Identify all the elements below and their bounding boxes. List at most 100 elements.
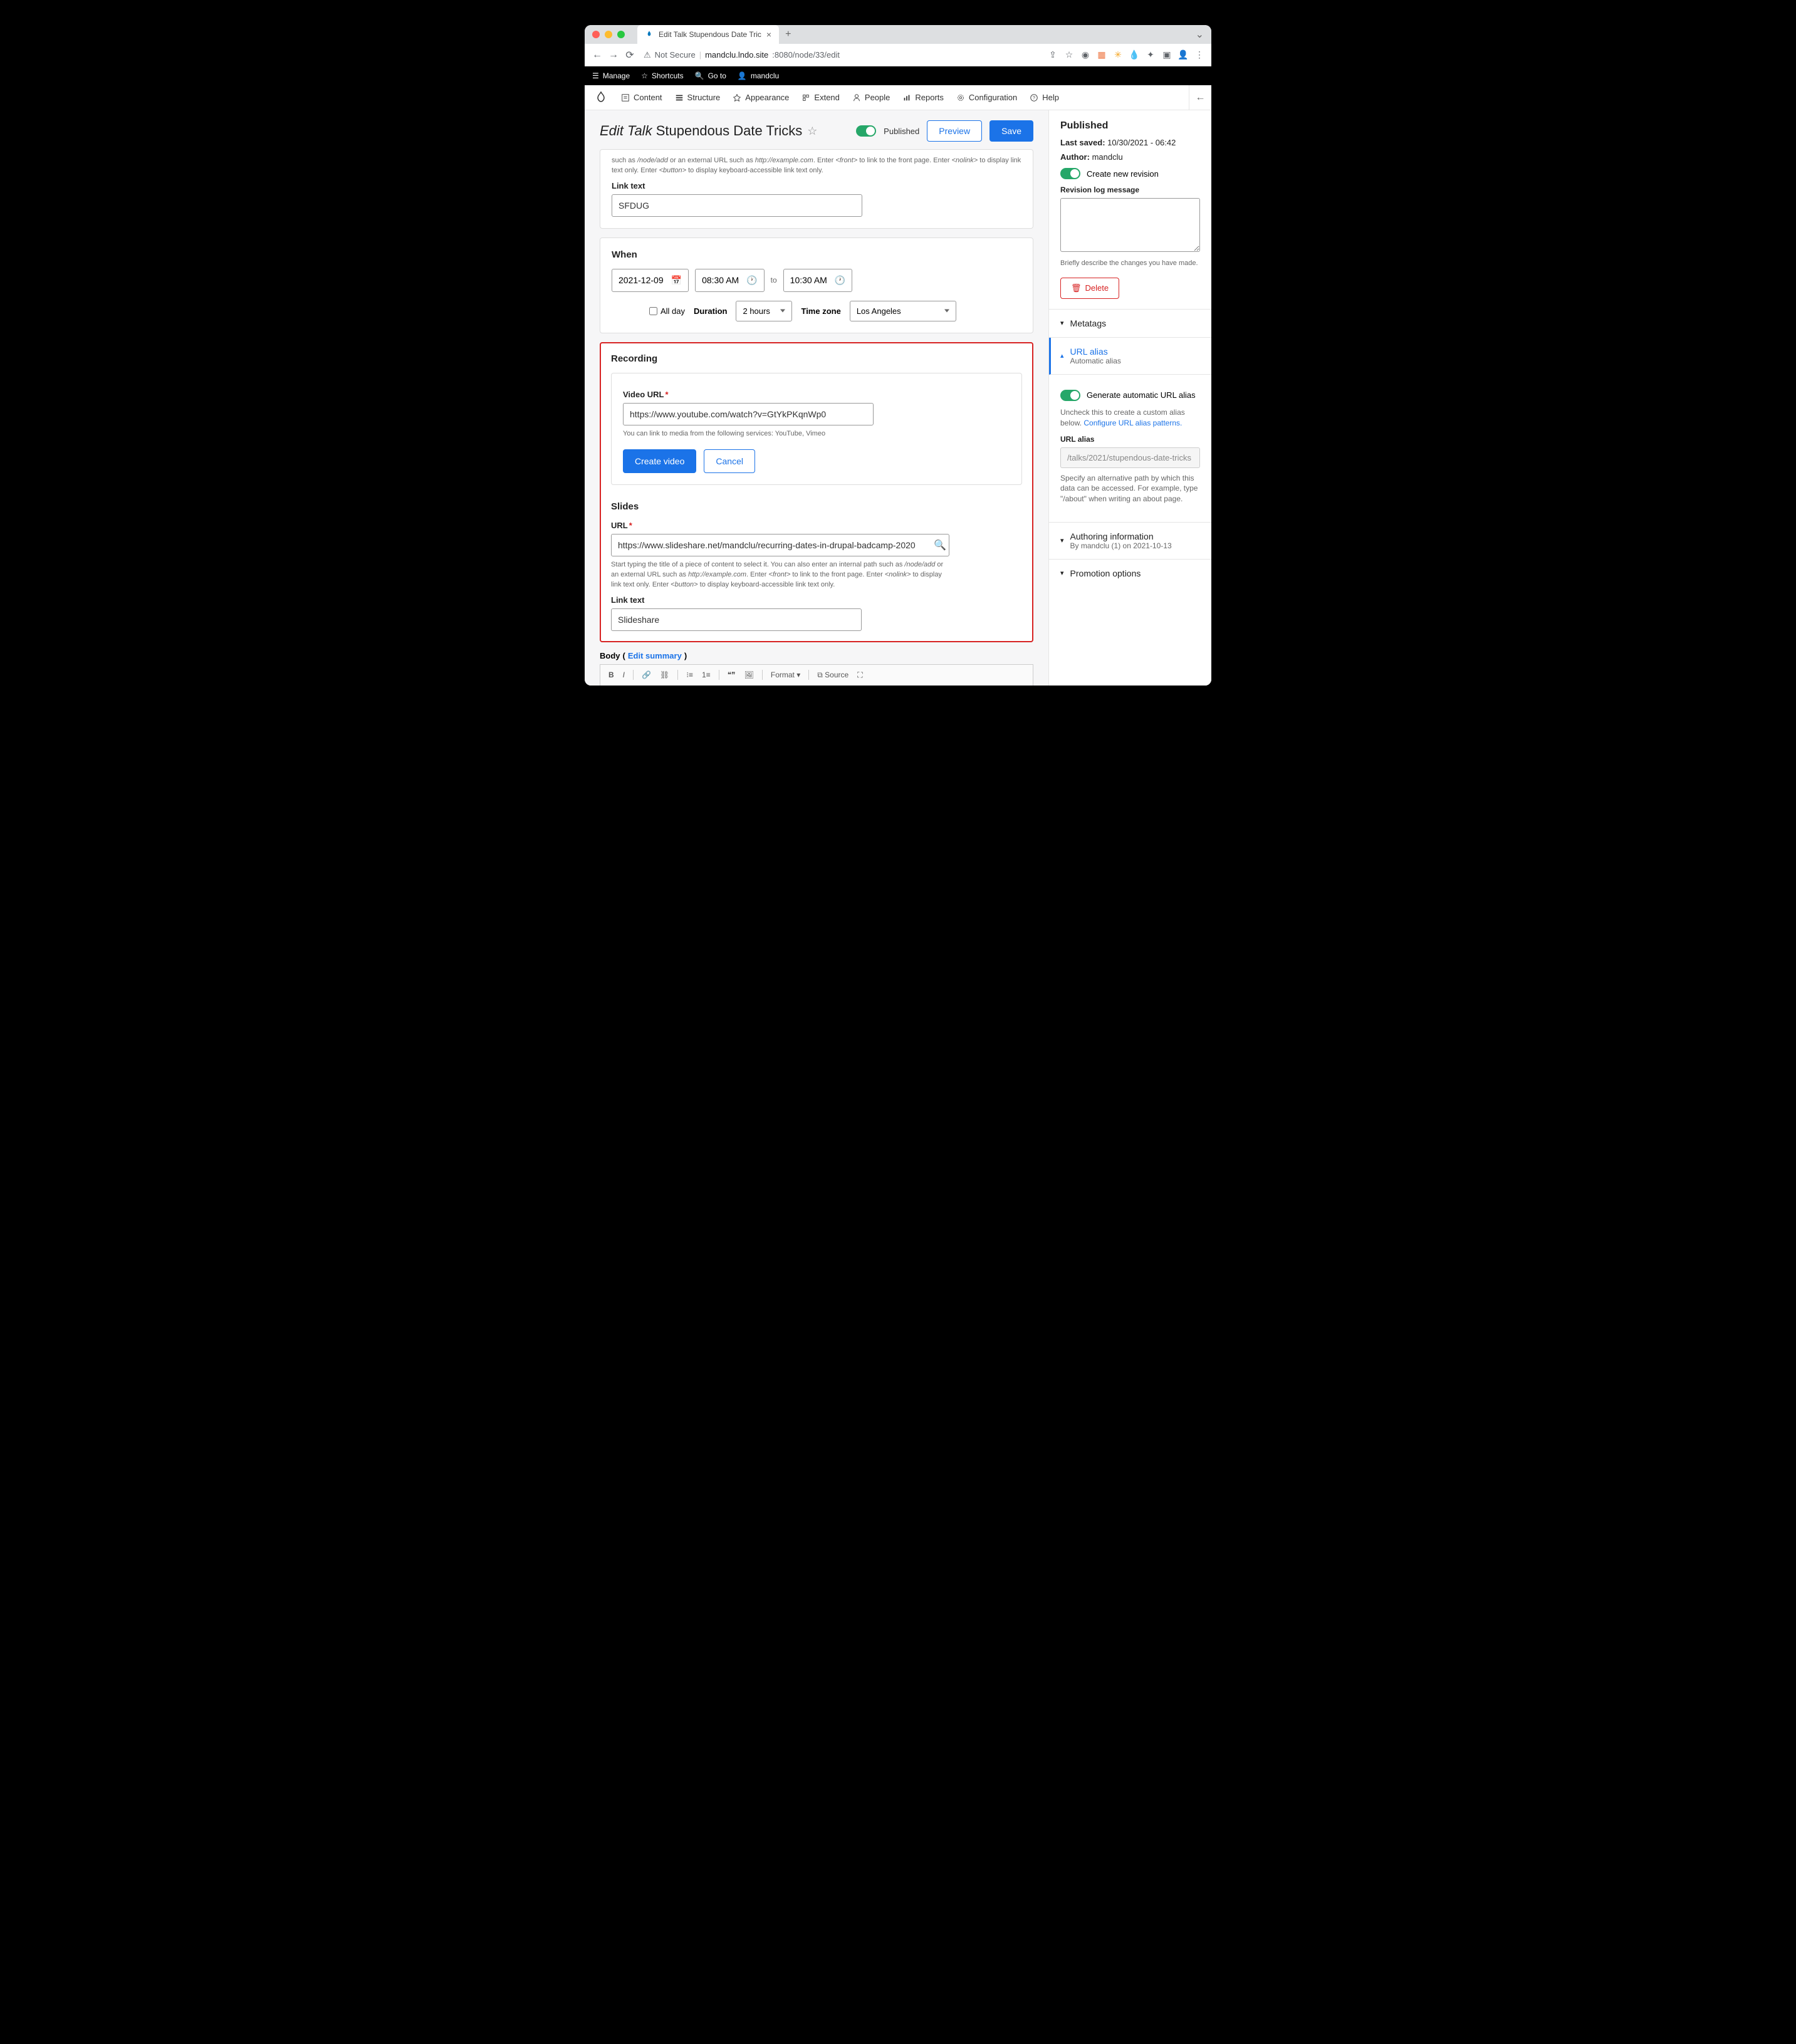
when-title: When xyxy=(612,249,1021,260)
preview-button[interactable]: Preview xyxy=(927,120,982,142)
allday-checkbox[interactable]: All day xyxy=(649,306,685,316)
duration-select[interactable]: 2 hours xyxy=(736,301,792,321)
toolbar-configuration[interactable]: Configuration xyxy=(956,93,1017,102)
body-field-header: Body (Edit summary) xyxy=(600,651,1033,660)
browser-tab[interactable]: Edit Talk Stupendous Date Tric × xyxy=(637,25,779,44)
url-field[interactable]: ⚠ Not Secure | mandclu.lndo.site:8080/no… xyxy=(640,50,1043,60)
minimize-window[interactable] xyxy=(605,31,612,38)
configure-alias-link[interactable]: Configure URL alias patterns. xyxy=(1083,419,1182,427)
revision-label: Create new revision xyxy=(1087,169,1159,179)
bold-button[interactable]: B xyxy=(605,669,617,681)
url-alias-panel: Generate automatic URL alias Uncheck thi… xyxy=(1049,375,1211,523)
revision-toggle[interactable] xyxy=(1060,168,1080,179)
bullet-list-button[interactable]: ⁝≡ xyxy=(683,669,696,681)
alias-label: URL alias xyxy=(1060,435,1200,444)
url-alias-accordion[interactable]: ▴ URL alias Automatic alias xyxy=(1049,338,1211,375)
unlink-button[interactable]: ⛓ xyxy=(657,669,672,681)
maximize-button[interactable]: ⛶ xyxy=(854,669,865,682)
extensions-icon[interactable]: ✦ xyxy=(1145,50,1156,61)
duration-label: Duration xyxy=(694,306,727,316)
sidebar-published-title: Published xyxy=(1060,120,1200,132)
when-datetime-row: 2021-12-09📅 08:30 AM🕐 to 10:30 AM🕐 xyxy=(612,269,1021,292)
menu-icon[interactable]: ⋮ xyxy=(1194,50,1205,61)
bookmark-icon[interactable]: ☆ xyxy=(1063,50,1075,61)
link-button[interactable]: 🔗 xyxy=(639,669,654,681)
slides-title: Slides xyxy=(611,501,1022,512)
timezone-select[interactable]: Los Angeles xyxy=(850,301,956,321)
when-card: When 2021-12-09📅 08:30 AM🕐 to 10:30 AM🕐 … xyxy=(600,237,1033,333)
create-video-button[interactable]: Create video xyxy=(623,449,696,473)
address-bar: ← → ⟳ ⚠ Not Secure | mandclu.lndo.site:8… xyxy=(585,44,1211,66)
extension-icon-4[interactable]: 💧 xyxy=(1129,50,1140,61)
gear-icon xyxy=(956,93,965,102)
close-tab-icon[interactable]: × xyxy=(766,29,771,39)
format-select[interactable]: Format ▾ xyxy=(768,669,803,681)
image-button[interactable]: 🖼 xyxy=(741,669,757,681)
toolbar-extend[interactable]: Extend xyxy=(801,93,839,102)
timezone-label: Time zone xyxy=(801,306,840,316)
date-input[interactable]: 2021-12-09📅 xyxy=(612,269,689,292)
people-icon xyxy=(852,93,861,102)
link-card: such as /node/add or an external URL suc… xyxy=(600,149,1033,229)
page-title: Edit Talk Stupendous Date Tricks ☆ xyxy=(600,123,817,139)
reload-icon[interactable]: ⟳ xyxy=(624,49,636,61)
slides-linktext-input[interactable] xyxy=(611,608,862,631)
toolbar-content[interactable]: Content xyxy=(621,93,662,102)
save-button[interactable]: Save xyxy=(989,120,1033,142)
content-icon xyxy=(621,93,630,102)
tabs-dropdown-icon[interactable]: ⌄ xyxy=(1196,28,1204,41)
slides-url-input[interactable] xyxy=(611,534,949,556)
extension-icon-2[interactable]: ▦ xyxy=(1096,50,1107,61)
source-button[interactable]: ⧉ Source xyxy=(814,669,852,682)
alias-input xyxy=(1060,447,1200,468)
maximize-window[interactable] xyxy=(617,31,625,38)
drupal-logo-icon[interactable] xyxy=(593,90,608,105)
drupal-admin-toolbar: ☰Manage ☆Shortcuts 🔍Go to 👤mandclu xyxy=(585,66,1211,85)
panel-icon[interactable]: ▣ xyxy=(1161,50,1172,61)
author-row: Author: mandclu xyxy=(1060,152,1200,162)
blockquote-button[interactable]: ❝❞ xyxy=(724,669,739,681)
edit-summary-link[interactable]: Edit summary xyxy=(628,651,682,660)
url-host: mandclu.lndo.site xyxy=(705,50,768,60)
authoring-accordion[interactable]: ▾ Authoring information By mandclu (1) o… xyxy=(1049,523,1211,560)
extension-icon-3[interactable]: ✳ xyxy=(1112,50,1124,61)
revlog-textarea[interactable] xyxy=(1060,198,1200,252)
close-window[interactable] xyxy=(592,31,600,38)
end-time-input[interactable]: 10:30 AM🕐 xyxy=(783,269,853,292)
manage-menu[interactable]: ☰Manage xyxy=(592,71,630,80)
chevron-down-icon: ▾ xyxy=(1060,319,1064,327)
linktext-label: Link text xyxy=(612,181,1021,190)
profile-avatar-icon[interactable]: 👤 xyxy=(1177,50,1189,61)
cancel-button[interactable]: Cancel xyxy=(704,449,755,473)
back-icon[interactable]: ← xyxy=(591,49,603,61)
collapse-toolbar-icon[interactable]: ← xyxy=(1189,85,1211,110)
favorite-star-icon[interactable]: ☆ xyxy=(807,125,817,138)
toolbar-appearance[interactable]: Appearance xyxy=(733,93,789,102)
revlog-help: Briefly describe the changes you have ma… xyxy=(1060,259,1200,269)
number-list-button[interactable]: 1≡ xyxy=(699,669,714,681)
toolbar-structure[interactable]: Structure xyxy=(675,93,721,102)
published-toggle[interactable] xyxy=(856,125,876,137)
video-url-input[interactable] xyxy=(623,403,874,425)
user-menu[interactable]: 👤mandclu xyxy=(738,71,779,80)
new-tab-button[interactable]: + xyxy=(785,29,791,40)
toolbar-reports[interactable]: Reports xyxy=(902,93,944,102)
goto-menu[interactable]: 🔍Go to xyxy=(695,71,726,80)
last-saved-row: Last saved: 10/30/2021 - 06:42 xyxy=(1060,138,1200,147)
extension-icon-1[interactable]: ◉ xyxy=(1080,50,1091,61)
gen-auto-toggle[interactable] xyxy=(1060,390,1080,401)
italic-button[interactable]: I xyxy=(620,669,628,681)
toolbar-people[interactable]: People xyxy=(852,93,890,102)
browser-window: Edit Talk Stupendous Date Tric × + ⌄ ← →… xyxy=(585,25,1211,686)
forward-icon[interactable]: → xyxy=(607,49,620,61)
linktext-input[interactable] xyxy=(612,194,862,217)
share-icon[interactable]: ⇪ xyxy=(1047,50,1058,61)
shortcuts-menu[interactable]: ☆Shortcuts xyxy=(641,71,683,80)
metatags-accordion[interactable]: ▾Metatags xyxy=(1049,310,1211,338)
delete-button[interactable]: 🗑Delete xyxy=(1060,278,1119,299)
promotion-accordion[interactable]: ▾Promotion options xyxy=(1049,560,1211,587)
svg-text:?: ? xyxy=(1033,96,1035,100)
start-time-input[interactable]: 08:30 AM🕐 xyxy=(695,269,765,292)
toolbar-help[interactable]: ?Help xyxy=(1030,93,1059,102)
hamburger-icon: ☰ xyxy=(592,71,599,80)
